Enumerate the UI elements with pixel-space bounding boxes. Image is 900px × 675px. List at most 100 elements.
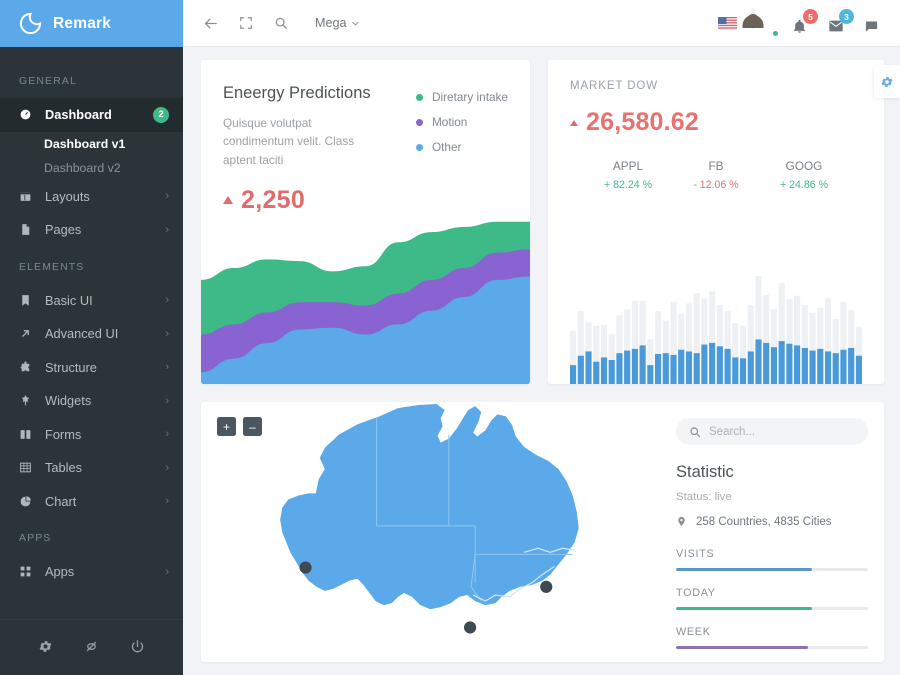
widgets-icon [19, 394, 45, 407]
bar-segment-range [786, 299, 793, 344]
gear-icon[interactable] [38, 639, 53, 657]
bar-segment-range [716, 305, 723, 347]
legend-color-dot [415, 93, 423, 101]
bar-segment-volume [832, 353, 839, 384]
sidebar-item-label: Tables [45, 460, 82, 476]
messages-button[interactable]: 3 [828, 9, 854, 34]
market-stock-item: FB - 12.06 % [672, 159, 760, 191]
statistic-title: Statistic [676, 463, 734, 481]
online-status-dot [772, 29, 779, 37]
progress-block: TODAY [676, 587, 868, 610]
bar-segment-range [631, 300, 638, 349]
bar-segment-volume [732, 357, 739, 384]
statistic-location-label: 258 Countries, 4835 Cities [696, 515, 832, 528]
bar-segment-range [848, 310, 855, 348]
bar-segment-range [778, 282, 785, 342]
sidebar-item-forms[interactable]: Forms › [0, 418, 183, 452]
bar-segment-volume [747, 351, 754, 384]
bar-segment-volume [631, 348, 638, 384]
sidebar-item-widgets[interactable]: Widgets › [0, 384, 183, 418]
legend-color-dot [415, 118, 423, 126]
progress-label: VISITS [676, 548, 715, 560]
sidebar-subitem-dashboard-v1[interactable]: Dashboard v1 [0, 132, 183, 156]
bar-segment-volume [724, 348, 731, 384]
bar-segment-volume [616, 353, 623, 384]
sidebar-section-label: GENERAL [19, 75, 77, 87]
bar-segment-volume [585, 351, 592, 384]
sidebar-item-basic-ui[interactable]: Basic UI › [0, 284, 183, 318]
australia-map[interactable]: + – [201, 402, 664, 662]
bar-segment-volume [763, 342, 770, 384]
sidebar-item-label: Pages [45, 222, 82, 238]
bar-segment-volume [809, 350, 816, 384]
statistic-panel: Statistic Status: live 258 Countries, 48… [664, 402, 884, 662]
bar-segment-volume [716, 346, 723, 384]
bottom-row: + – Search... Statistic Status: live 258… [201, 402, 884, 662]
topbar-left: Mega [201, 14, 360, 33]
map-zoom-out-button[interactable]: – [243, 417, 262, 436]
search-icon[interactable] [271, 14, 290, 33]
legend-item: Diretary intake [415, 90, 508, 104]
search-icon [690, 426, 701, 437]
bar-segment-range [616, 315, 623, 354]
bar-segment-range [840, 301, 847, 350]
settings-tab-button[interactable] [874, 65, 900, 98]
power-icon[interactable] [130, 639, 145, 657]
brand-name: Remark [53, 14, 112, 32]
fullscreen-icon[interactable] [236, 14, 255, 33]
brand-header[interactable]: Remark [0, 0, 183, 47]
progress-block: WEEK [676, 626, 868, 649]
puzzle-icon [19, 361, 45, 374]
search-input[interactable] [709, 425, 855, 438]
eye-slash-icon[interactable] [84, 639, 99, 657]
statistic-search[interactable] [676, 418, 868, 445]
bar-segment-volume [593, 361, 600, 384]
bar-segment-volume [739, 358, 747, 384]
sidebar-item-advanced-ui[interactable]: Advanced UI › [0, 317, 183, 351]
bar-segment-range [678, 313, 685, 350]
sidebar-item-label: Apps [45, 564, 75, 580]
chevron-right-icon: › [165, 190, 169, 203]
sidebar-item-chart[interactable]: Chart › [0, 485, 183, 519]
market-value: 26,580.62 [586, 108, 700, 136]
legend-label: Motion [431, 115, 468, 129]
back-arrow-icon[interactable] [201, 14, 220, 33]
avatar[interactable] [742, 7, 779, 37]
chat-icon[interactable] [864, 12, 886, 34]
sidebar-item-dashboard[interactable]: Dashboard 2 [0, 98, 183, 132]
bar-segment-range [809, 312, 816, 351]
sidebar-item-label: Advanced UI [45, 326, 119, 342]
statistic-status: Status: live [676, 491, 732, 503]
bar-segment-volume [662, 353, 669, 384]
bar-segment-range [701, 298, 708, 345]
bar-segment-volume [600, 357, 608, 384]
market-stock-item: APPL + 82.24 % [584, 159, 672, 191]
energy-predictions-card: Eneergy Predictions Quisque volutpat con… [201, 60, 530, 384]
map-zoom-in-button[interactable]: + [217, 417, 236, 436]
energy-card-header: Eneergy Predictions Quisque volutpat con… [201, 60, 530, 215]
sidebar-item-tables[interactable]: Tables › [0, 451, 183, 485]
statistic-location: 258 Countries, 4835 Cities [676, 515, 868, 528]
bar-segment-range [577, 311, 584, 356]
progress-track [676, 646, 868, 649]
bar-segment-range [639, 300, 646, 346]
bar-segment-range [624, 309, 631, 351]
sidebar-subitem-dashboard-v2[interactable]: Dashboard v2 [0, 156, 183, 180]
sidebar-item-layouts[interactable]: Layouts › [0, 180, 183, 214]
mega-menu-button[interactable]: Mega [315, 16, 360, 30]
bar-segment-range [755, 276, 762, 340]
energy-card-value: 2,250 [241, 185, 306, 214]
area-chart-svg [201, 221, 530, 384]
sidebar-item-pages[interactable]: Pages › [0, 213, 183, 247]
us-flag-icon[interactable] [718, 16, 737, 30]
notifications-button[interactable]: 5 [792, 9, 818, 34]
chevron-right-icon: › [165, 294, 169, 307]
content-area: Eneergy Predictions Quisque volutpat con… [183, 47, 900, 675]
sidebar-item-apps[interactable]: Apps › [0, 555, 183, 589]
bar-segment-range [724, 311, 731, 349]
market-stock-symbol: FB [708, 159, 724, 173]
dashboard-icon [19, 108, 45, 121]
bar-segment-volume [770, 347, 778, 384]
sidebar-item-structure[interactable]: Structure › [0, 351, 183, 385]
notifications-badge: 5 [803, 9, 818, 24]
